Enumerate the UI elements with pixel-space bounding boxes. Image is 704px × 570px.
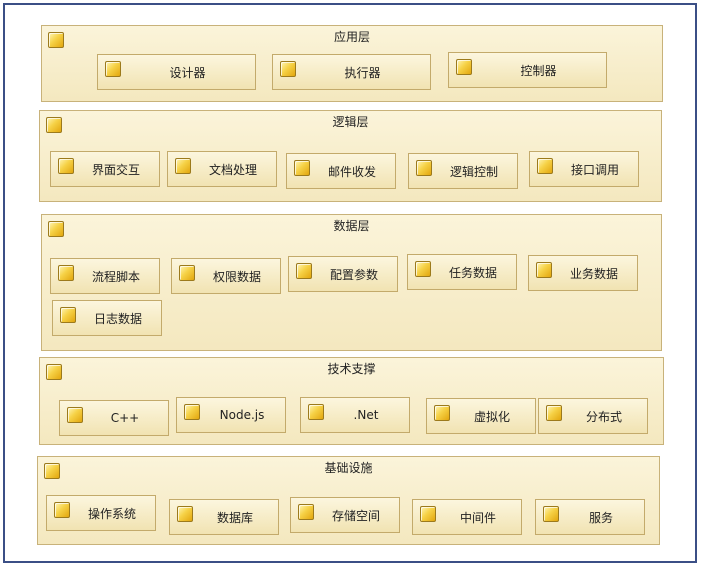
element-icon: [280, 61, 296, 77]
node-storage: 存储空间: [290, 497, 400, 533]
node-designer: 设计器: [97, 54, 256, 90]
node-service: 服务: [535, 499, 645, 535]
element-icon: [415, 261, 431, 277]
element-icon: [420, 506, 436, 522]
node-controller: 控制器: [448, 52, 607, 88]
diagram-frame: 应用层 设计器 执行器 控制器 逻辑层 界面交互 文档处理 邮件收发 逻辑控制 …: [3, 3, 697, 563]
element-icon: [179, 265, 195, 281]
node-executor: 执行器: [272, 54, 431, 90]
node-operating-system: 操作系统: [46, 495, 156, 531]
node-label: C++: [110, 411, 140, 425]
node-distributed: 分布式: [538, 398, 648, 434]
node-document-processing: 文档处理: [167, 151, 277, 187]
node-label: 文档处理: [208, 162, 257, 177]
layer-title: 应用层: [333, 30, 370, 44]
element-icon: [456, 59, 472, 75]
node-log-data: 日志数据: [52, 300, 162, 336]
node-label: 执行器: [344, 65, 381, 80]
node-label: 服务: [588, 510, 613, 525]
node-label: 业务数据: [569, 266, 618, 281]
node-virtualization: 虚拟化: [426, 398, 536, 434]
node-config-params: 配置参数: [288, 256, 398, 292]
node-label: 配置参数: [329, 267, 378, 282]
element-icon: [537, 158, 553, 174]
layer-title: 技术支撑: [327, 362, 376, 376]
layer-title: 数据层: [333, 219, 370, 233]
node-label: 接口调用: [570, 162, 619, 177]
node-label: 分布式: [585, 409, 622, 424]
node-dotnet: .Net: [300, 397, 410, 433]
node-label: 设计器: [169, 65, 206, 80]
element-icon: [60, 307, 76, 323]
node-label: 任务数据: [448, 265, 497, 280]
element-icon: [58, 158, 74, 174]
element-icon: [536, 262, 552, 278]
element-icon: [58, 265, 74, 281]
node-logic-control: 逻辑控制: [408, 153, 518, 189]
node-label: 权限数据: [212, 269, 261, 284]
node-database: 数据库: [169, 499, 279, 535]
node-label: 中间件: [459, 510, 496, 525]
node-api-call: 接口调用: [529, 151, 639, 187]
node-label: 逻辑控制: [449, 164, 498, 179]
layer-title: 基础设施: [324, 461, 373, 475]
element-icon: [54, 502, 70, 518]
element-icon: [105, 61, 121, 77]
node-label: Node.js: [219, 408, 265, 422]
node-cpp: C++: [59, 400, 169, 436]
node-label: 虚拟化: [473, 409, 510, 424]
node-label: 日志数据: [93, 311, 142, 326]
element-icon: [175, 158, 191, 174]
element-icon: [298, 504, 314, 520]
element-icon: [296, 263, 312, 279]
node-label: 操作系统: [87, 506, 136, 521]
element-icon: [308, 404, 324, 420]
node-ui-interaction: 界面交互: [50, 151, 160, 187]
node-label: 流程脚本: [91, 269, 140, 284]
layer-title: 逻辑层: [332, 115, 369, 129]
node-label: 数据库: [216, 510, 253, 525]
node-permission-data: 权限数据: [171, 258, 281, 294]
node-middleware: 中间件: [412, 499, 522, 535]
element-icon: [546, 405, 562, 421]
element-icon: [177, 506, 193, 522]
element-icon: [294, 160, 310, 176]
node-mail: 邮件收发: [286, 153, 396, 189]
element-icon: [543, 506, 559, 522]
node-nodejs: Node.js: [176, 397, 286, 433]
node-task-data: 任务数据: [407, 254, 517, 290]
element-icon: [184, 404, 200, 420]
node-label: 控制器: [520, 63, 557, 78]
node-label: 界面交互: [91, 162, 140, 177]
element-icon: [416, 160, 432, 176]
node-label: .Net: [353, 408, 379, 422]
node-business-data: 业务数据: [528, 255, 638, 291]
element-icon: [434, 405, 450, 421]
node-label: 邮件收发: [327, 164, 376, 179]
element-icon: [67, 407, 83, 423]
node-process-script: 流程脚本: [50, 258, 160, 294]
node-label: 存储空间: [331, 508, 380, 523]
